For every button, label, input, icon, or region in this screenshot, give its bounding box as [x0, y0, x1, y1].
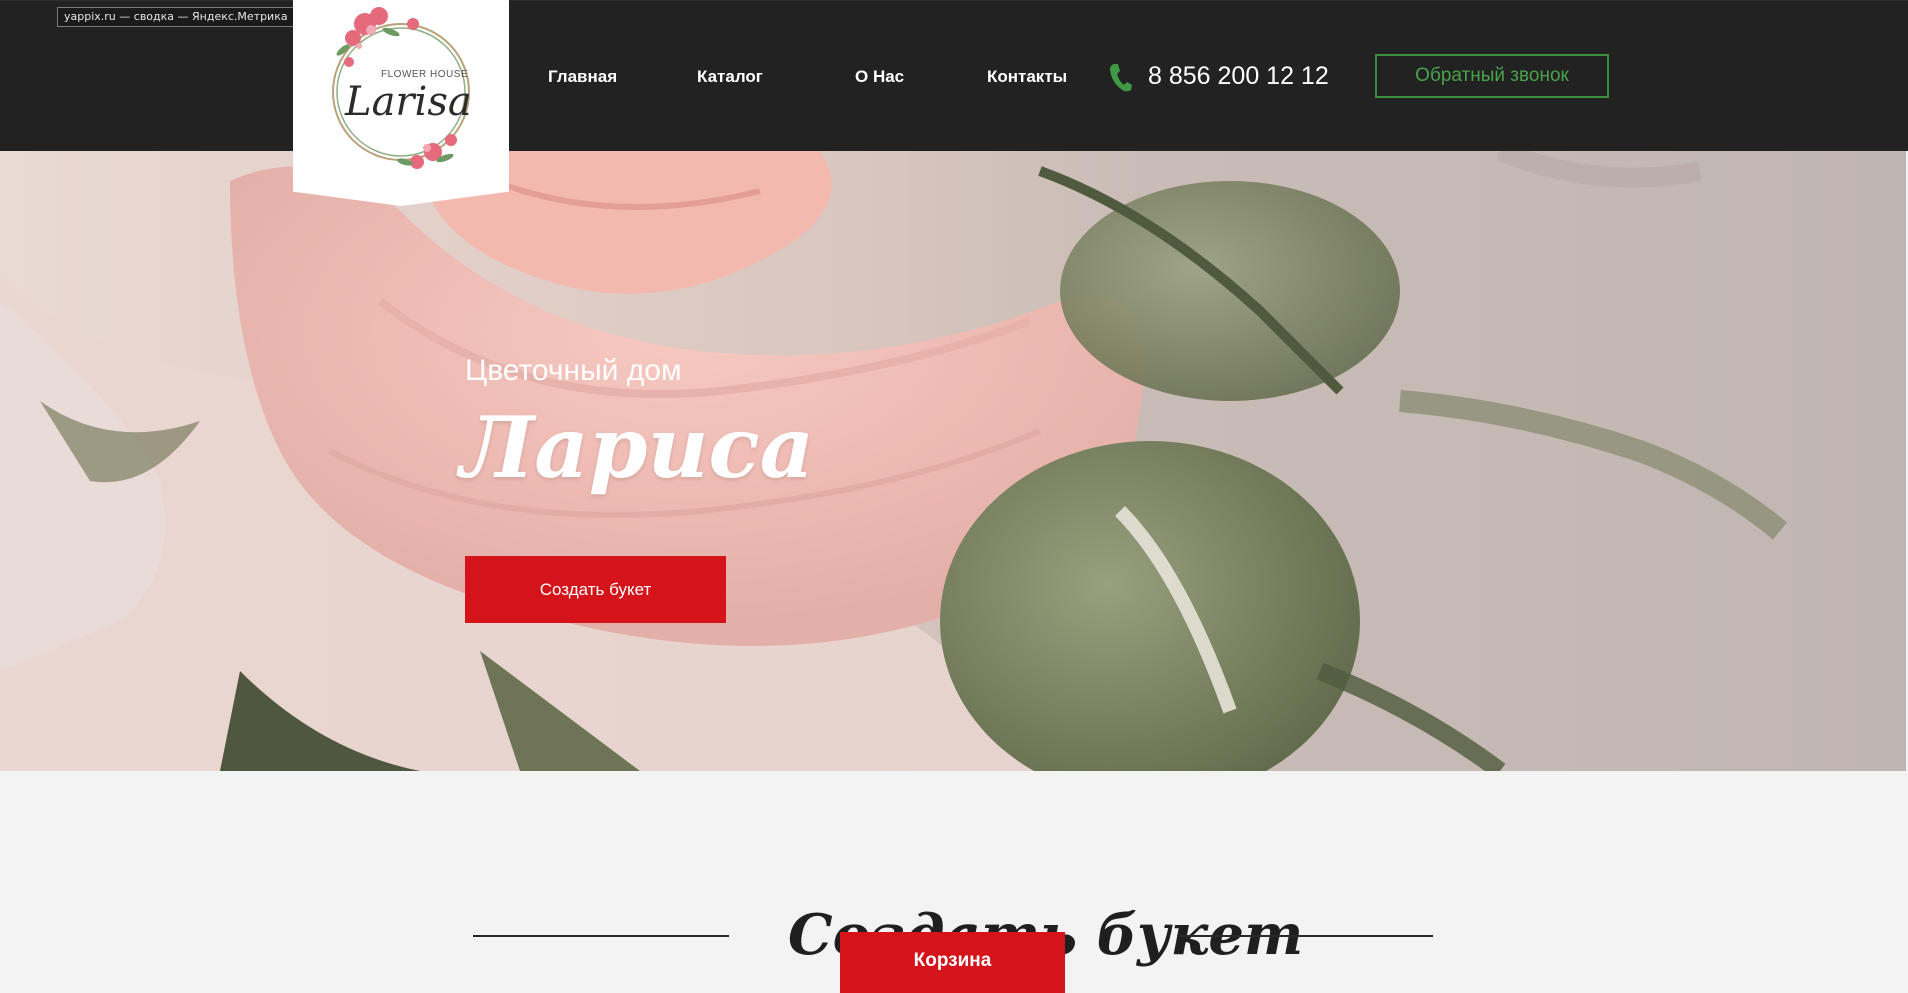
site-header: yappix.ru — сводка — Яндекс.Метрика Глав… — [0, 0, 1908, 151]
nav-item-contacts[interactable]: Контакты — [987, 65, 1067, 89]
hero-title: Лариса — [460, 398, 815, 497]
rose-hero-image — [0, 151, 1788, 771]
section-divider-left — [473, 935, 729, 937]
logo-script: Larisa — [345, 79, 472, 125]
metrika-badge[interactable]: yappix.ru — сводка — Яндекс.Метрика — [57, 7, 295, 27]
nav-item-home[interactable]: Главная — [548, 65, 617, 89]
hero-banner: Цветочный дом Лариса Создать букет — [0, 151, 1906, 771]
section-divider-right — [1177, 935, 1433, 937]
phone-number[interactable]: 8 856 200 12 12 — [1148, 61, 1329, 91]
logo[interactable]: FLOWER HOUSE Larisa — [293, 0, 509, 206]
create-bouquet-button[interactable]: Создать букет — [465, 556, 726, 623]
callback-button[interactable]: Обратный звонок — [1375, 54, 1609, 98]
nav-item-catalog[interactable]: Каталог — [697, 65, 763, 89]
cart-button[interactable]: Корзина — [840, 932, 1065, 993]
phone-icon — [1110, 64, 1132, 92]
hero-subtitle: Цветочный дом — [465, 354, 682, 387]
nav-item-about[interactable]: О Нас — [855, 65, 904, 89]
